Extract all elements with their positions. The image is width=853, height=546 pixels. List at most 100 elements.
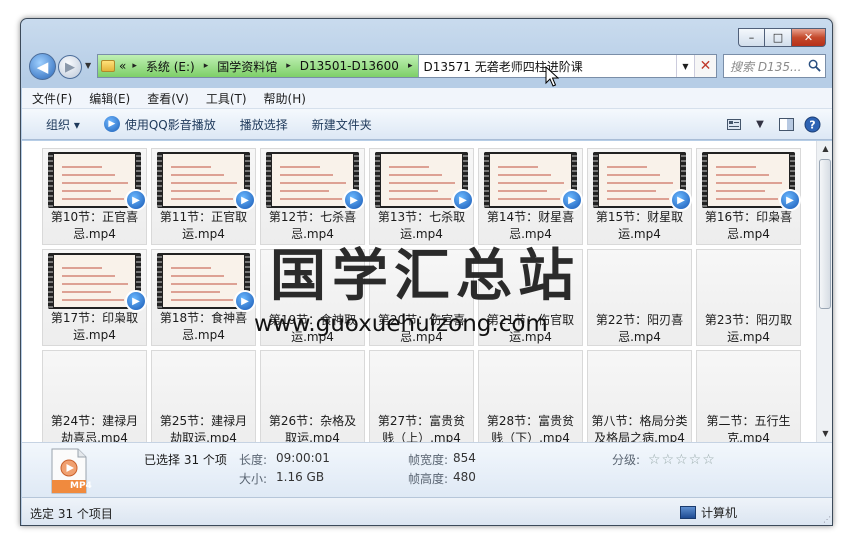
file-tile[interactable]: 第24节：建禄月劫喜忌.mp4 [42,350,147,442]
change-view-button[interactable] [721,113,747,135]
breadcrumb-overflow[interactable]: « [119,59,126,73]
chevron-right-icon[interactable]: ▸ [286,61,291,71]
play-with-qq-label: 使用QQ影音播放 [124,117,216,132]
status-bar: 选定 31 个项目 计算机 ⋰ [22,497,832,525]
file-name: 第22节：阳刃喜忌.mp4 [595,313,684,344]
chevron-right-icon[interactable]: ▸ [132,61,137,71]
file-tile[interactable]: ▶ 第18节：食神喜忌.mp4 [151,249,256,346]
file-name: 第15节：财星取运.mp4 [595,210,684,241]
back-arrow-icon: ◀ [36,57,49,76]
scroll-down-arrow-icon[interactable]: ▼ [817,426,832,442]
resize-grip-icon[interactable]: ⋰ [823,515,831,524]
vertical-scrollbar[interactable]: ▲ ▼ [816,141,832,442]
mouse-cursor-icon [545,66,559,87]
watermark-title: 国学汇总站 [270,244,580,309]
status-selection-text: 选定 31 个项目 [30,507,113,521]
address-history-dropdown[interactable]: ▼ [676,55,694,77]
scrollbar-thumb[interactable] [819,159,831,309]
new-folder-button[interactable]: 新建文件夹 [300,116,384,133]
selected-count: 已选择 31 个项 [144,453,227,467]
explorer-window: – □ ✕ ◀ ▶ ▼ « ▸ 系统 (E:) ▸ 国学资料馆 ▸ D13501… [20,18,833,526]
menu-tools[interactable]: 工具(T) [196,90,254,107]
menu-view[interactable]: 查看(V) [137,90,196,107]
qq-player-badge-icon: ▶ [125,189,147,211]
maximize-button[interactable]: □ [765,28,792,47]
qq-player-badge-icon: ▶ [343,189,365,211]
file-name: 第18节：食神喜忌.mp4 [159,311,248,342]
file-name: 第28节：富贵贫贱（下）.mp4 [486,414,575,442]
frame-width-value: 854 [453,451,476,465]
file-tile[interactable]: ▶ 第11节：正官取运.mp4 [151,148,256,245]
command-bar-right: ▼ ? [721,113,832,135]
chevron-right-icon[interactable]: ▸ [408,61,413,71]
file-name: 第17节：印枭取运.mp4 [50,311,139,342]
details-pane: MP4 已选择 31 个项 长度: 09:00:01 大小: 1.16 GB 帧… [22,442,832,497]
recent-pages-dropdown[interactable]: ▼ [85,61,91,70]
file-tile[interactable]: ▶ 第15节：财星取运.mp4 [587,148,692,245]
search-placeholder: 搜索 D135... [730,59,802,74]
qq-player-icon: ▶ [103,116,120,132]
breadcrumb: « ▸ 系统 (E:) ▸ 国学资料馆 ▸ D13501-D13600 ▸ [98,55,419,77]
qq-player-badge-icon: ▶ [561,189,583,211]
file-name: 第26节：杂格及取运.mp4 [268,414,357,442]
chevron-right-icon[interactable]: ▸ [204,61,209,71]
chevron-down-icon: ▼ [756,118,764,130]
close-button[interactable]: ✕ [792,28,826,47]
file-name: 第八节：格局分类及格局之病.mp4 [591,414,688,442]
status-location: 计算机 [680,504,737,521]
file-tile[interactable]: 第23节：阳刃取运.mp4 [696,249,801,346]
minimize-button[interactable]: – [738,28,765,47]
file-name: 第16节：印枭喜忌.mp4 [704,210,793,241]
qq-player-badge-icon: ▶ [234,189,256,211]
breadcrumb-drive[interactable]: 系统 (E:) [143,58,198,75]
status-location-text: 计算机 [701,506,738,520]
file-tile[interactable]: ▶ 第16节：印枭喜忌.mp4 [696,148,801,245]
navigation-bar: ◀ ▶ ▼ « ▸ 系统 (E:) ▸ 国学资料馆 ▸ D13501-D1360… [29,52,828,82]
search-input[interactable]: 搜索 D135... [723,54,826,78]
file-name: 第25节：建禄月劫取运.mp4 [159,414,248,442]
file-name: 第23节：阳刃取运.mp4 [704,313,793,344]
file-name: 第27节：富贵贫贱（上）.mp4 [377,414,466,442]
file-tile[interactable]: ▶ 第17节：印枭取运.mp4 [42,249,147,346]
file-name: 第10节：正官喜忌.mp4 [50,210,139,241]
menu-file[interactable]: 文件(F) [22,90,79,107]
size-value: 1.16 GB [276,470,325,484]
breadcrumb-subfolder[interactable]: D13501-D13600 [297,59,402,73]
file-tile[interactable]: ▶ 第10节：正官喜忌.mp4 [42,148,147,245]
frame-height-value: 480 [453,470,476,484]
file-tile[interactable]: 第八节：格局分类及格局之病.mp4 [587,350,692,442]
qq-player-badge-icon: ▶ [452,189,474,211]
menu-edit[interactable]: 编辑(E) [79,90,137,107]
rating-label: 分级: [612,453,641,467]
breadcrumb-folder[interactable]: 国学资料馆 [214,58,280,75]
menu-help[interactable]: 帮助(H) [254,90,313,107]
qq-player-badge-icon: ▶ [779,189,801,211]
file-tile[interactable]: 第28节：富贵贫贱（下）.mp4 [478,350,583,442]
file-name: 第二节：五行生克.mp4 [706,414,791,442]
file-tile[interactable]: 第22节：阳刃喜忌.mp4 [587,249,692,346]
play-selection-button[interactable]: 播放选择 [228,116,300,133]
search-icon[interactable] [808,59,821,72]
command-bar: 组织 ▾ ▶ 使用QQ影音播放 播放选择 新建文件夹 ▼ ? [22,109,832,140]
play-with-qq-button[interactable]: ▶ 使用QQ影音播放 [92,116,228,133]
help-icon: ? [804,116,820,132]
file-tile[interactable]: 第25节：建禄月劫取运.mp4 [151,350,256,442]
rating-stars[interactable]: ☆☆☆☆☆ [648,452,716,468]
organize-button[interactable]: 组织 ▾ [22,116,92,133]
file-tile[interactable]: 第26节：杂格及取运.mp4 [260,350,365,442]
view-options-dropdown[interactable]: ▼ [747,113,773,135]
forward-button[interactable]: ▶ [58,55,82,79]
qq-player-badge-icon: ▶ [234,290,256,312]
address-clear-button[interactable]: ✕ [694,55,716,77]
file-tile[interactable]: 第二节：五行生克.mp4 [696,350,801,442]
scroll-up-arrow-icon[interactable]: ▲ [817,141,832,157]
back-button[interactable]: ◀ [29,53,56,80]
help-button[interactable]: ? [799,113,825,135]
window-controls: – □ ✕ [738,28,826,47]
watermark-url: www.guoxuehuizong.com [254,311,548,337]
file-type-label: MP4 [70,481,92,491]
file-tile[interactable]: 第27节：富贵贫贱（上）.mp4 [369,350,474,442]
svg-text:?: ? [809,118,815,131]
address-bar[interactable]: « ▸ 系统 (E:) ▸ 国学资料馆 ▸ D13501-D13600 ▸ D1… [97,54,717,78]
preview-pane-button[interactable] [773,113,799,135]
